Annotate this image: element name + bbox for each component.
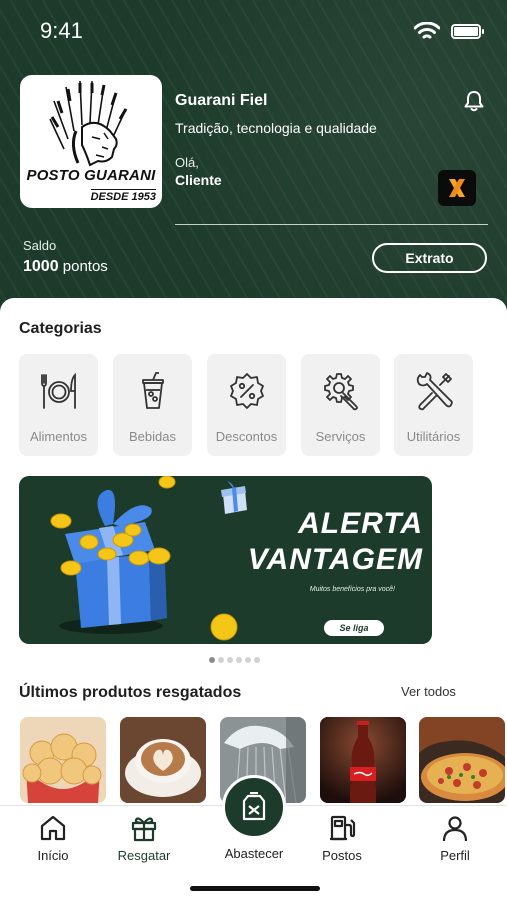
tab-home[interactable]: Início: [8, 806, 98, 876]
partner-x-logo[interactable]: [438, 170, 476, 206]
tab-profile[interactable]: Perfil: [410, 806, 500, 876]
coca-cola-bottle-image: [320, 717, 406, 803]
tools-icon: [416, 372, 453, 411]
carousel-dot[interactable]: [209, 657, 215, 663]
home-icon: [40, 815, 66, 841]
main-content: Categorias Alimentos Bebidas Descontos S…: [0, 298, 507, 818]
gas-station-icon: [330, 815, 356, 841]
tab-label: Postos: [322, 848, 362, 863]
fork-plate-knife-icon: [40, 372, 76, 409]
category-services[interactable]: Serviços: [301, 354, 380, 456]
category-label: Serviços: [315, 429, 366, 444]
header-divider: [175, 224, 488, 225]
promo-banner[interactable]: ALERTA VANTAGEM Muitos benefícios pra vo…: [19, 476, 432, 644]
redeemed-title: Últimos produtos resgatados: [19, 684, 242, 701]
gift-box-coins-illustration: [50, 476, 176, 634]
category-label: Descontos: [215, 429, 278, 444]
balance-value: 1000 pontos: [23, 258, 108, 276]
status-bar: 9:41: [0, 0, 507, 60]
see-all-link[interactable]: Ver todos: [401, 684, 456, 699]
balance-unit: pontos: [62, 258, 108, 275]
wifi-icon: [414, 22, 440, 39]
gift-icon: [131, 817, 157, 842]
gear-wrench-icon: [323, 373, 358, 411]
status-time: 9:41: [40, 18, 83, 43]
banner-cta-button[interactable]: Se liga: [324, 620, 384, 636]
bell-icon[interactable]: [463, 90, 485, 112]
tab-stations[interactable]: Postos: [297, 806, 387, 876]
chief-headdress-icon: [49, 80, 128, 167]
greeting: Olá,: [175, 155, 199, 170]
carousel-dot[interactable]: [236, 657, 242, 663]
fuel-can-icon: [242, 792, 266, 821]
refuel-fab-button[interactable]: [222, 775, 286, 839]
tab-label: Início: [37, 848, 69, 863]
carousel-dot[interactable]: [254, 657, 260, 663]
user-name: Cliente: [175, 172, 222, 188]
carousel-dot[interactable]: [227, 657, 233, 663]
category-label: Bebidas: [129, 429, 176, 444]
banner-title-line2: VANTAGEM: [247, 543, 423, 576]
category-label: Utilitários: [406, 429, 461, 444]
category-discounts[interactable]: Descontos: [207, 354, 286, 456]
percent-badge-icon: [229, 373, 264, 409]
category-utilities[interactable]: Utilitários: [394, 354, 473, 456]
tab-label: Perfil: [440, 848, 470, 863]
refuel-label: Abastecer: [224, 846, 284, 861]
banner-title-line1: ALERTA: [298, 507, 423, 540]
product-thumb-pizza[interactable]: [419, 717, 505, 803]
user-icon: [442, 816, 468, 842]
pizza-image: [419, 717, 505, 803]
balance-label: Saldo: [23, 238, 57, 253]
x-icon: [449, 179, 465, 197]
header: 9:41 POSTO GUARANI DESDE 1953 Guarani Fi…: [0, 0, 507, 320]
carousel-dots[interactable]: [209, 657, 260, 663]
store-name: Guarani Fiel: [175, 92, 268, 109]
carousel-dot[interactable]: [245, 657, 251, 663]
cheese-bread-image: [20, 717, 106, 803]
store-logo: POSTO GUARANI DESDE 1953: [20, 75, 162, 208]
logo-name: POSTO GUARANI: [26, 167, 156, 184]
tab-label: Resgatar: [117, 848, 171, 863]
product-thumb-cheese-bread[interactable]: [20, 717, 106, 803]
banner-title: ALERTA VANTAGEM: [203, 506, 423, 578]
coin-icon: [210, 613, 238, 641]
categories-title: Categorias: [19, 320, 102, 337]
store-tagline: Tradição, tecnologia e qualidade: [175, 120, 377, 136]
banner-subtitle: Muitos benefícios pra você!: [309, 586, 395, 593]
logo-since: DESDE 1953: [90, 189, 156, 203]
tab-redeem[interactable]: Resgatar: [99, 806, 189, 876]
balance-amount: 1000: [23, 258, 59, 275]
product-thumb-coca-cola[interactable]: [320, 717, 406, 803]
category-food[interactable]: Alimentos: [19, 354, 98, 456]
carousel-dot[interactable]: [218, 657, 224, 663]
category-drinks[interactable]: Bebidas: [113, 354, 192, 456]
statement-button[interactable]: Extrato: [372, 243, 487, 273]
cappuccino-image: [120, 717, 206, 803]
product-thumb-cappuccino[interactable]: [120, 717, 206, 803]
battery-icon: [451, 24, 484, 39]
drink-cup-icon: [141, 372, 164, 409]
home-indicator: [190, 886, 320, 891]
category-label: Alimentos: [29, 429, 88, 444]
